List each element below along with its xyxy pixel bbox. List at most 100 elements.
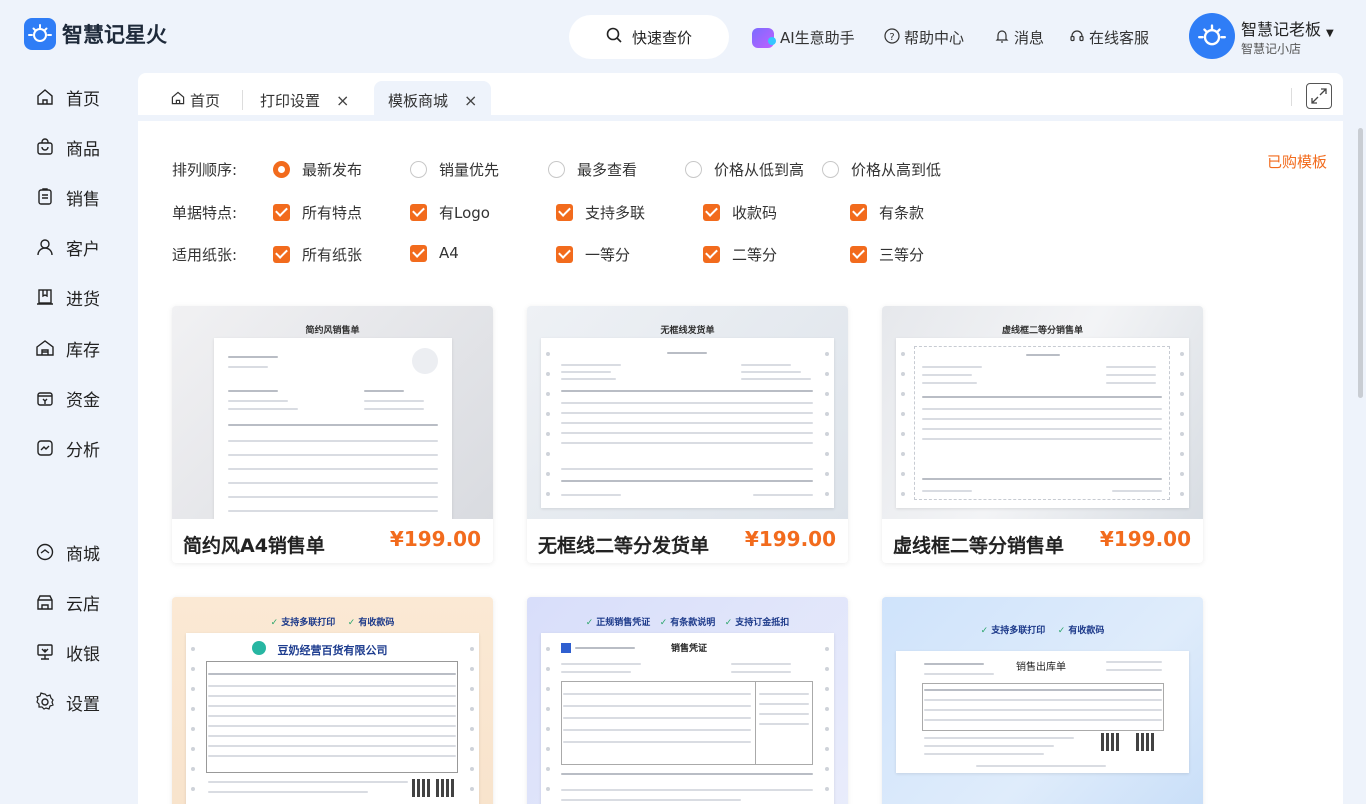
sidebar-item-products[interactable]: 商品 — [34, 134, 100, 160]
checkbox-checked[interactable] — [703, 246, 720, 263]
template-card[interactable]: 简约风销售单 简约风A4销售单 ¥199.00 — [172, 306, 493, 563]
sidebar-item-home[interactable]: 首页 — [34, 84, 100, 110]
sidebar-item-funds[interactable]: 资金 — [34, 385, 100, 411]
sidebar-item-label: 资金 — [66, 390, 100, 411]
feature-option-all[interactable]: 所有特点 — [273, 202, 362, 223]
radio[interactable] — [548, 161, 565, 178]
option-label: 最新发布 — [302, 161, 363, 179]
sidebar-item-label: 商品 — [66, 139, 100, 160]
badge-label: 支持多联打印 — [281, 618, 336, 628]
sidebar-item-settings[interactable]: 设置 — [34, 689, 100, 715]
close-icon[interactable]: × — [464, 91, 477, 110]
online-support-link[interactable]: 在线客服 — [1069, 27, 1149, 48]
caret-down-icon[interactable]: ▼ — [1326, 28, 1334, 39]
checkbox-checked[interactable] — [273, 204, 290, 221]
company-name: 豆奶经营百货有限公司 — [277, 644, 388, 657]
sort-option-price-asc[interactable]: 价格从低到高 — [685, 159, 804, 180]
page-scrollbar[interactable] — [1358, 128, 1363, 398]
checkbox-checked[interactable] — [410, 244, 427, 262]
option-label: A4 — [439, 244, 459, 262]
template-preview: ✓ 支持多联打印 ✓ 有收款码 豆奶经营百货有限公司 — [172, 597, 493, 804]
paper-option-half[interactable]: 二等分 — [703, 244, 777, 265]
feature-option-multi-copy[interactable]: 支持多联 — [556, 202, 645, 223]
tab-template-mall[interactable]: 模板商城 × — [374, 81, 492, 119]
radio-selected[interactable] — [273, 161, 290, 178]
checkbox-checked[interactable] — [703, 204, 720, 221]
checkbox-checked[interactable] — [556, 246, 573, 263]
option-label: 一等分 — [585, 246, 631, 264]
option-label: 支持多联 — [585, 204, 646, 222]
bought-templates-link[interactable]: 已购模板 — [1267, 151, 1327, 172]
checkbox-checked[interactable] — [410, 204, 427, 221]
sidebar-item-cloud-store[interactable]: 云店 — [34, 589, 100, 615]
home-icon — [170, 90, 186, 110]
radio[interactable] — [410, 161, 427, 178]
sidebar-item-customers[interactable]: 客户 — [34, 234, 100, 260]
feature-option-payment-code[interactable]: 收款码 — [703, 202, 777, 223]
ai-robot-icon — [752, 27, 776, 48]
option-label: 有Logo — [439, 204, 490, 222]
radio[interactable] — [822, 161, 839, 178]
home-icon — [34, 86, 56, 108]
option-label: 有条款 — [879, 204, 925, 222]
checkbox-checked[interactable] — [850, 204, 867, 221]
store-icon — [34, 591, 56, 613]
headset-icon — [1069, 28, 1085, 48]
preview-title: 无框线发货单 — [660, 326, 715, 336]
sidebar-item-cashier[interactable]: 收银 — [34, 639, 100, 665]
preview-paper: 豆奶经营百货有限公司 — [186, 633, 479, 804]
sidebar-item-mall[interactable]: 商城 — [34, 539, 100, 565]
ai-assistant-link[interactable]: AI生意助手 — [752, 27, 855, 48]
purchase-icon — [34, 286, 56, 308]
sort-option-sales[interactable]: 销量优先 — [410, 159, 499, 180]
help-center-link[interactable]: ? 帮助中心 — [884, 27, 964, 48]
template-card[interactable]: 虚线框二等分销售单 虚线框二等分销售单 ¥199.00 — [882, 306, 1203, 563]
preview-paper — [214, 338, 452, 519]
checkbox-checked[interactable] — [850, 246, 867, 263]
sidebar-item-label: 库存 — [66, 340, 100, 361]
shop-name: 智慧记小店 — [1241, 42, 1302, 56]
badge-label: 支持订金抵扣 — [735, 618, 790, 628]
sidebar-item-analysis[interactable]: 分析 — [34, 435, 100, 461]
sort-option-latest[interactable]: 最新发布 — [273, 159, 362, 180]
app-logo[interactable]: 智慧记星火 — [24, 18, 167, 50]
warehouse-icon — [34, 337, 56, 359]
tab-label: 打印设置 — [260, 91, 321, 110]
close-icon[interactable]: × — [336, 91, 349, 110]
paper-option-all[interactable]: 所有纸张 — [273, 244, 362, 265]
template-card[interactable]: ✓ 支持多联打印 ✓ 有收款码 销售出库单 — [882, 597, 1203, 804]
checkbox-checked[interactable] — [556, 204, 573, 221]
checkbox-checked[interactable] — [273, 246, 290, 263]
doc-title: 销售出库单 — [1016, 662, 1066, 673]
user-name[interactable]: 智慧记老板 — [1241, 16, 1321, 40]
template-card[interactable]: ✓ 正规销售凭证 ✓ 有条款说明 ✓ 支持订金抵扣 销售凭证 — [527, 597, 848, 804]
sidebar-item-inventory[interactable]: 库存 — [34, 335, 100, 361]
sidebar-item-purchase[interactable]: 进货 — [34, 284, 100, 310]
sort-option-price-desc[interactable]: 价格从高到低 — [822, 159, 941, 180]
preview-paper: 销售出库单 — [896, 651, 1189, 773]
avatar[interactable] — [1189, 13, 1235, 59]
template-card[interactable]: ✓ 支持多联打印 ✓ 有收款码 豆奶经营百货有限公司 — [172, 597, 493, 804]
radio[interactable] — [685, 161, 702, 178]
sidebar-item-sales[interactable]: 销售 — [34, 184, 100, 210]
mall-icon — [34, 541, 56, 563]
messages-link[interactable]: 消息 — [994, 27, 1044, 48]
card-footer: 简约风A4销售单 ¥199.00 — [172, 519, 493, 563]
feature-option-terms[interactable]: 有条款 — [850, 202, 924, 223]
preview-paper — [896, 338, 1189, 508]
tab-home[interactable]: 首页 — [170, 81, 220, 119]
template-price: ¥199.00 — [389, 527, 481, 551]
feature-option-logo[interactable]: 有Logo — [410, 202, 490, 223]
quick-price-button[interactable]: 快速查价 — [569, 15, 729, 59]
preview-title: 虚线框二等分销售单 — [1001, 326, 1083, 336]
option-label: 最多查看 — [577, 161, 638, 179]
paper-option-a4[interactable]: A4 — [410, 244, 459, 262]
sort-option-views[interactable]: 最多查看 — [548, 159, 637, 180]
settings-icon — [34, 691, 56, 713]
fullscreen-icon[interactable] — [1306, 83, 1332, 109]
template-card[interactable]: 无框线发货单 无框线二等分发货单 ¥199.00 — [527, 306, 848, 563]
paper-option-full[interactable]: 一等分 — [556, 244, 630, 265]
tab-print-settings[interactable]: 打印设置 × — [260, 81, 349, 119]
paper-option-third[interactable]: 三等分 — [850, 244, 924, 265]
preview-title: 简约风销售单 — [305, 326, 360, 336]
